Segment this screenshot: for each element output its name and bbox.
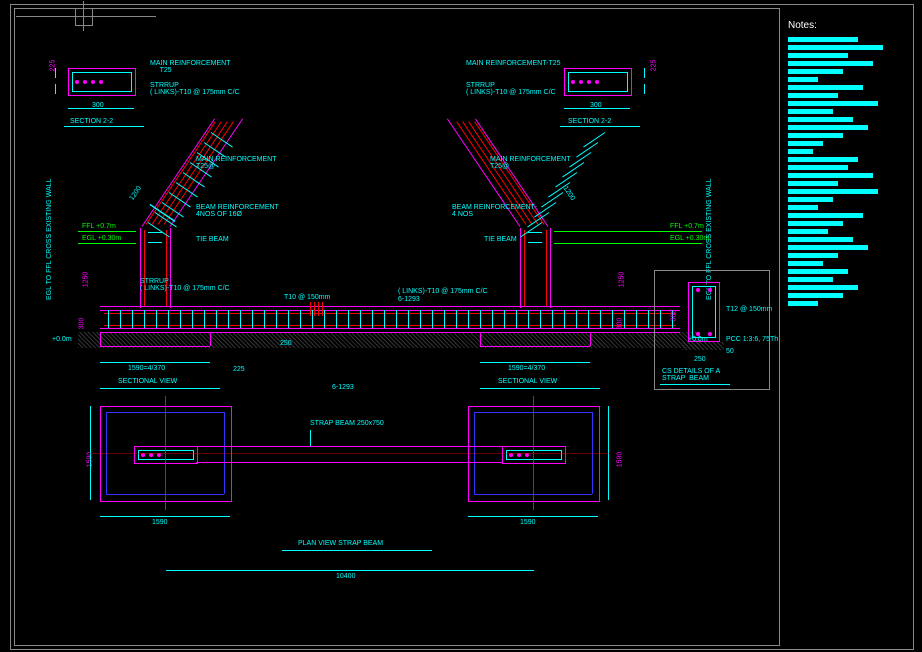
note-line [788, 253, 838, 258]
dim-1590-r: 1590=4/370 [508, 365, 545, 372]
note-line [788, 109, 833, 114]
note-line [788, 189, 878, 194]
note-line [788, 141, 823, 146]
stirrup-top-left: STRRUP ( LINKS)-T10 @ 175mm C/C [150, 82, 240, 96]
dim-225b: 225 [233, 366, 245, 373]
note-line [788, 69, 843, 74]
note-line [788, 269, 848, 274]
dim-6x1293b: 6-1293 [332, 384, 354, 391]
note-line [788, 85, 863, 90]
cad-viewport[interactable]: Notes: 300 SECTION 2-2 MAIN REINFORCEMEN… [0, 0, 922, 652]
notes-list [788, 37, 918, 306]
section-2-2-left [68, 68, 136, 96]
note-line [788, 93, 838, 98]
note-line [788, 245, 868, 250]
note-line [788, 197, 833, 202]
label-sec22-r: SECTION 2-2 [568, 118, 611, 125]
note-line [788, 101, 878, 106]
detail-t12: T12 @ 150mm [726, 306, 772, 313]
dim-250a: 250 [280, 340, 292, 347]
label-sec22-l: SECTION 2-2 [70, 118, 113, 125]
note-line [788, 133, 843, 138]
note-line [788, 261, 823, 266]
detail-380: 380 [670, 310, 677, 322]
note-line [788, 45, 883, 50]
dim-300m: 300 [78, 318, 85, 330]
detail-50: 50 [726, 348, 734, 355]
section-2-2-right [564, 68, 632, 96]
dim-plan-h-r: 1590 [616, 452, 623, 468]
detail-title: CS DETAILS OF A STRAP BEAM [662, 368, 720, 382]
stir-mid-l: STRRUP ( LINKS)-T10 @ 175mm C/C [140, 278, 230, 292]
note-line [788, 181, 838, 186]
label-planview: PLAN VIEW STRAP BEAM [298, 540, 383, 547]
dim-10400: 10400 [336, 573, 355, 580]
dim-6x1293: 6-1293 [398, 296, 420, 303]
crosshair-cursor [75, 8, 93, 26]
note-line [788, 37, 858, 42]
tiebeam-l: TIE BEAM [196, 236, 229, 243]
dim-1250-r: 1250 [618, 272, 625, 288]
notes-title: Notes: [788, 20, 918, 31]
note-line [788, 229, 828, 234]
note-line [788, 61, 873, 66]
dim-225-r: 225 [650, 60, 657, 72]
note-line [788, 221, 843, 226]
mainreinf-l: MAIN REINFORCEMENT T25@ [196, 156, 277, 170]
note-line [788, 173, 873, 178]
stir-mid-r: ( LINKS)-T10 @ 175mm C/C [398, 288, 488, 295]
note-line [788, 165, 848, 170]
dim-1590-b2: 1590 [520, 519, 536, 526]
note-line [788, 205, 818, 210]
detail-250: 250 [694, 356, 706, 363]
note-line [788, 149, 813, 154]
note-line [788, 157, 858, 162]
note-line [788, 213, 863, 218]
egl-right: EGL +0.30m [670, 235, 709, 242]
egl-left: EGL +0.30m [82, 235, 121, 242]
dim-1590-b1: 1590 [152, 519, 168, 526]
beamreinf-l: BEAM REINFORCEMENT 4NOS OF 16Ø [196, 204, 279, 218]
note-line [788, 301, 818, 306]
note-line [788, 237, 853, 242]
ffl-right: FFL +0.7m [670, 223, 704, 230]
note-line [788, 277, 833, 282]
note-line [788, 77, 818, 82]
dim-1250-l: 1250 [82, 272, 89, 288]
dim-300m2: 300 [616, 318, 623, 330]
beamreinf-r: BEAM REINFORCEMENT- 4 NOS [452, 204, 537, 218]
tiebeam-r: TIE BEAM [484, 236, 517, 243]
detail-section [688, 282, 720, 342]
label-secview-l: SECTIONAL VIEW [118, 378, 177, 385]
note-line [788, 117, 853, 122]
t10-150: T10 @ 150mm [284, 294, 330, 301]
ffl-left: FFL +0.7m [82, 223, 116, 230]
dim-1590-l: 1590=4/370 [128, 365, 165, 372]
dim-225-l: 225 [49, 60, 56, 72]
note-line [788, 285, 858, 290]
dim-0m-l: +0.0m [52, 336, 72, 343]
mainreinf-r: MAIN REINFORCEMENT T25@ [490, 156, 571, 170]
note-line [788, 53, 848, 58]
reinf-top-left: MAIN REINFORCEMENT T25 [150, 60, 231, 74]
notes-panel: Notes: [788, 20, 918, 309]
reinf-top-right: MAIN REINFORCEMENT-T25 [466, 60, 561, 67]
stirrup-top-right: STRRUP ( LINKS)-T10 @ 175mm C/C [466, 82, 556, 96]
note-line [788, 293, 843, 298]
label-strapbeam: STRAP BEAM 250x750 [310, 420, 384, 427]
note-line [788, 125, 868, 130]
detail-pcc: PCC 1:3:6, 75Th [726, 336, 778, 343]
label-secview-r: SECTIONAL VIEW [498, 378, 557, 385]
side-note-l: EGL TO FFL CROSS EXISTING WALL [46, 179, 53, 301]
